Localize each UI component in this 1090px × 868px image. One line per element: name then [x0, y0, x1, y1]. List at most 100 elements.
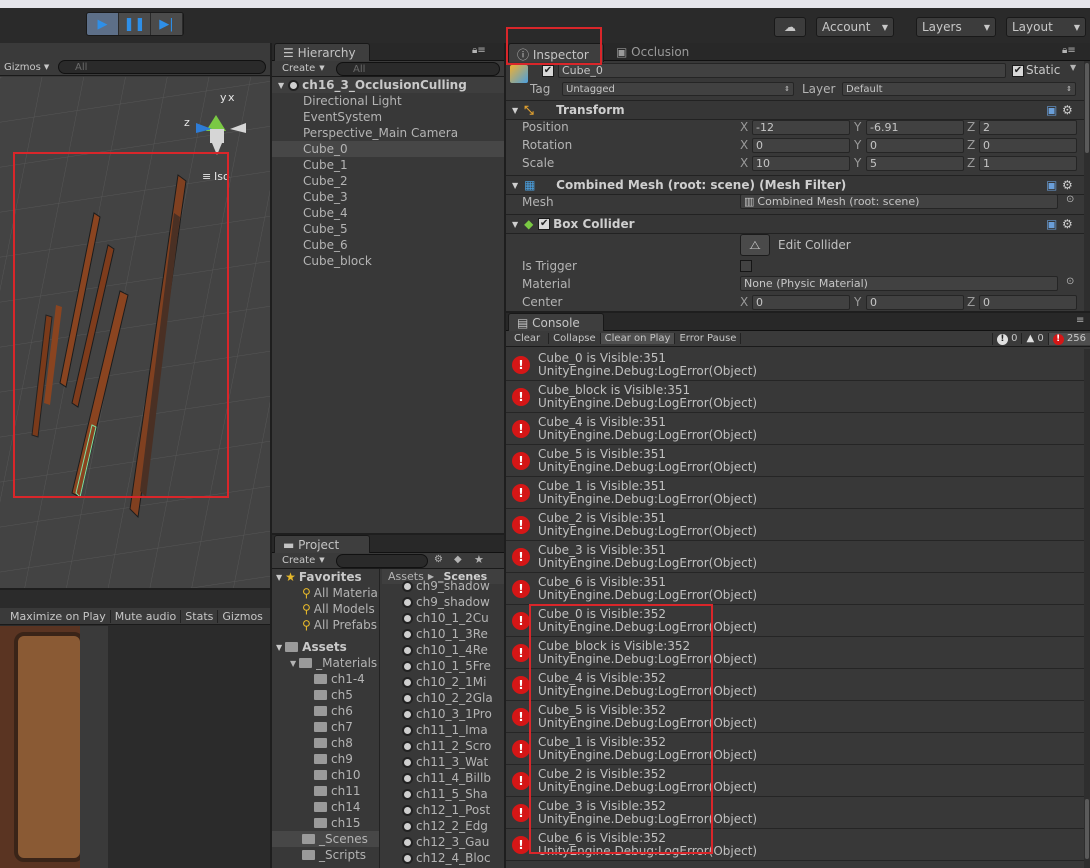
- mesh-field[interactable]: ▥ Combined Mesh (root: scene): [740, 194, 1058, 209]
- vector-field-y[interactable]: -6.91: [866, 120, 964, 135]
- layers-dropdown[interactable]: Layers ▼: [916, 17, 996, 37]
- scenes-folder[interactable]: _Scenes: [272, 831, 379, 847]
- vector-field-z[interactable]: 0: [979, 138, 1077, 153]
- mute-audio-toggle[interactable]: Mute audio: [111, 609, 182, 623]
- filter-type-icon[interactable]: ⚙: [434, 554, 443, 565]
- folder-item[interactable]: ch11: [272, 783, 379, 799]
- folder-item[interactable]: ch9: [272, 751, 379, 767]
- tag-dropdown[interactable]: Untagged ⇕: [562, 82, 794, 96]
- stats-toggle[interactable]: Stats: [181, 609, 219, 623]
- console-log-entry[interactable]: ! Cube_4 is Visible:352 UnityEngine.Debug:…: [506, 669, 1084, 701]
- maximize-on-play-toggle[interactable]: Maximize on Play: [0, 609, 111, 623]
- transform-header[interactable]: ▼ ⤡ Transform ▣ ⚙: [506, 100, 1084, 120]
- tab-console[interactable]: ▤ Console: [508, 313, 604, 332]
- inspector-scrollbar[interactable]: [1084, 61, 1090, 311]
- console-log-entry[interactable]: ! Cube_6 is Visible:352 UnityEngine.Debug:…: [506, 829, 1084, 861]
- console-log-entry[interactable]: ! Cube_5 is Visible:351 UnityEngine.Debug:…: [506, 445, 1084, 477]
- project-create-dropdown[interactable]: Create ▼: [278, 553, 332, 567]
- filter-label-icon[interactable]: ◆: [454, 554, 462, 565]
- folder-item[interactable]: ch1-4: [272, 671, 379, 687]
- scene-file-item[interactable]: ch12_4_Bloc: [382, 850, 504, 866]
- scene-file-item[interactable]: ch10_3_1Pro: [382, 706, 504, 722]
- scene-file-item[interactable]: ch11_5_Sha: [382, 786, 504, 802]
- tab-occlusion[interactable]: ▣ Occlusion: [608, 43, 704, 62]
- vector-field-x[interactable]: -12: [752, 120, 850, 135]
- hierarchy-item[interactable]: Cube_4: [272, 205, 504, 221]
- help-icon[interactable]: ▣: [1046, 217, 1057, 231]
- scene-file-item[interactable]: ch12_1_Post: [382, 802, 504, 818]
- folder-item[interactable]: ch14: [272, 799, 379, 815]
- console-log-entry[interactable]: ! Cube_5 is Visible:352 UnityEngine.Debug:…: [506, 701, 1084, 733]
- hierarchy-item[interactable]: Directional Light: [272, 93, 504, 109]
- hierarchy-item[interactable]: Cube_5: [272, 221, 504, 237]
- layer-dropdown[interactable]: Default ⇕: [842, 82, 1076, 96]
- scene-file-item[interactable]: ch12_3_Gau: [382, 834, 504, 850]
- gear-icon[interactable]: ⚙: [1062, 178, 1073, 192]
- account-dropdown[interactable]: Account ▼: [816, 17, 894, 37]
- scene-file-item[interactable]: ch11_2_Scro: [382, 738, 504, 754]
- warning-filter-toggle[interactable]: ▲ 0: [1021, 333, 1047, 344]
- hierarchy-item[interactable]: Cube_block: [272, 253, 504, 269]
- folder-item[interactable]: ch8: [272, 735, 379, 751]
- console-menu-icon[interactable]: ≡: [1076, 315, 1084, 326]
- scene-view[interactable]: Gizmos ▼ All y x z ≡ Iso: [0, 43, 270, 588]
- cloud-button[interactable]: ☁: [774, 17, 806, 37]
- box-collider-header[interactable]: ▼ ◆ ✔ Box Collider ▣ ⚙: [506, 214, 1084, 234]
- step-icon[interactable]: ▶|: [151, 13, 183, 35]
- collider-enabled-checkbox[interactable]: ✔: [538, 218, 551, 230]
- collapse-toggle[interactable]: Collapse: [549, 333, 601, 344]
- hierarchy-item[interactable]: Cube_1: [272, 157, 504, 173]
- console-log-entry[interactable]: ! Cube_3 is Visible:351 UnityEngine.Debug:…: [506, 541, 1084, 573]
- hierarchy-create-dropdown[interactable]: Create ▼: [278, 61, 332, 75]
- favorite-star-icon[interactable]: ★: [474, 553, 484, 566]
- play-icon[interactable]: ▶: [87, 13, 119, 35]
- scene-root-item[interactable]: ▼ ch16_3_OcclusionCulling: [272, 77, 504, 93]
- game-gizmos-dropdown[interactable]: Gizmos: [218, 610, 267, 623]
- gear-icon[interactable]: ⚙: [1062, 217, 1073, 231]
- mesh-filter-header[interactable]: ▼ ▦ Combined Mesh (root: scene) (Mesh Filt…: [506, 175, 1084, 195]
- vector-field-y[interactable]: 0: [866, 138, 964, 153]
- clear-button[interactable]: Clear: [506, 333, 550, 344]
- help-icon[interactable]: ▣: [1046, 103, 1057, 117]
- clear-on-play-toggle[interactable]: Clear on Play: [600, 333, 676, 344]
- vector-field-y[interactable]: 0: [866, 295, 964, 310]
- console-log-entry[interactable]: ! Cube_1 is Visible:352 UnityEngine.Debug:…: [506, 733, 1084, 765]
- hierarchy-item[interactable]: EventSystem: [272, 109, 504, 125]
- lock-icon[interactable]: 🔒︎≡: [1062, 45, 1076, 56]
- scene-file-item[interactable]: ch10_1_4Re: [382, 642, 504, 658]
- physic-material-field[interactable]: None (Physic Material): [740, 276, 1058, 291]
- tab-hierarchy[interactable]: ☰ Hierarchy: [274, 43, 370, 62]
- console-log-entry[interactable]: ! Cube_block is Visible:352 UnityEngine.De…: [506, 637, 1084, 669]
- object-picker-icon[interactable]: ⊙: [1066, 276, 1074, 287]
- folder-item[interactable]: ch7: [272, 719, 379, 735]
- hierarchy-item[interactable]: Cube_2: [272, 173, 504, 189]
- console-log-entry[interactable]: ! Cube_6 is Visible:351 UnityEngine.Debug:…: [506, 573, 1084, 605]
- project-search-input[interactable]: [336, 554, 428, 568]
- vector-field-z[interactable]: 0: [979, 295, 1077, 310]
- console-log-entry[interactable]: ! Cube_0 is Visible:352 UnityEngine.Debug:…: [506, 605, 1084, 637]
- vector-field-z[interactable]: 1: [979, 156, 1077, 171]
- vector-field-z[interactable]: 2: [979, 120, 1077, 135]
- console-log-entry[interactable]: ! Cube_4 is Visible:351 UnityEngine.Debug:…: [506, 413, 1084, 445]
- vector-field-y[interactable]: 5: [866, 156, 964, 171]
- favorites-header[interactable]: ▼ ★ Favorites: [272, 569, 379, 585]
- folder-item[interactable]: ch6: [272, 703, 379, 719]
- assets-header[interactable]: ▼ Assets: [272, 639, 379, 655]
- scene-file-item[interactable]: ch10_1_3Re: [382, 626, 504, 642]
- pause-icon[interactable]: ❚❚: [119, 13, 151, 35]
- folder-item[interactable]: ch15: [272, 815, 379, 831]
- gear-icon[interactable]: ⚙: [1062, 103, 1073, 117]
- vector-field-x[interactable]: 10: [752, 156, 850, 171]
- static-checkbox[interactable]: ✔: [1012, 65, 1024, 77]
- console-log-entry[interactable]: ! Cube_block is Visible:351 UnityEngine.De…: [506, 381, 1084, 413]
- scene-file-item[interactable]: ch12_2_Edg: [382, 818, 504, 834]
- hierarchy-item[interactable]: Cube_3: [272, 189, 504, 205]
- scene-file-item[interactable]: ch9_shadow: [382, 594, 504, 610]
- scene-file-item[interactable]: ch10_1_2Cu: [382, 610, 504, 626]
- gizmos-dropdown[interactable]: Gizmos ▼: [0, 60, 52, 74]
- edit-collider-button[interactable]: ⧍: [740, 234, 770, 256]
- favorite-item[interactable]: ⚲ All Models: [272, 601, 379, 617]
- chevron-down-icon[interactable]: ▼: [1070, 63, 1076, 72]
- scripts-folder[interactable]: _Scripts: [272, 847, 379, 863]
- help-icon[interactable]: ▣: [1046, 178, 1057, 192]
